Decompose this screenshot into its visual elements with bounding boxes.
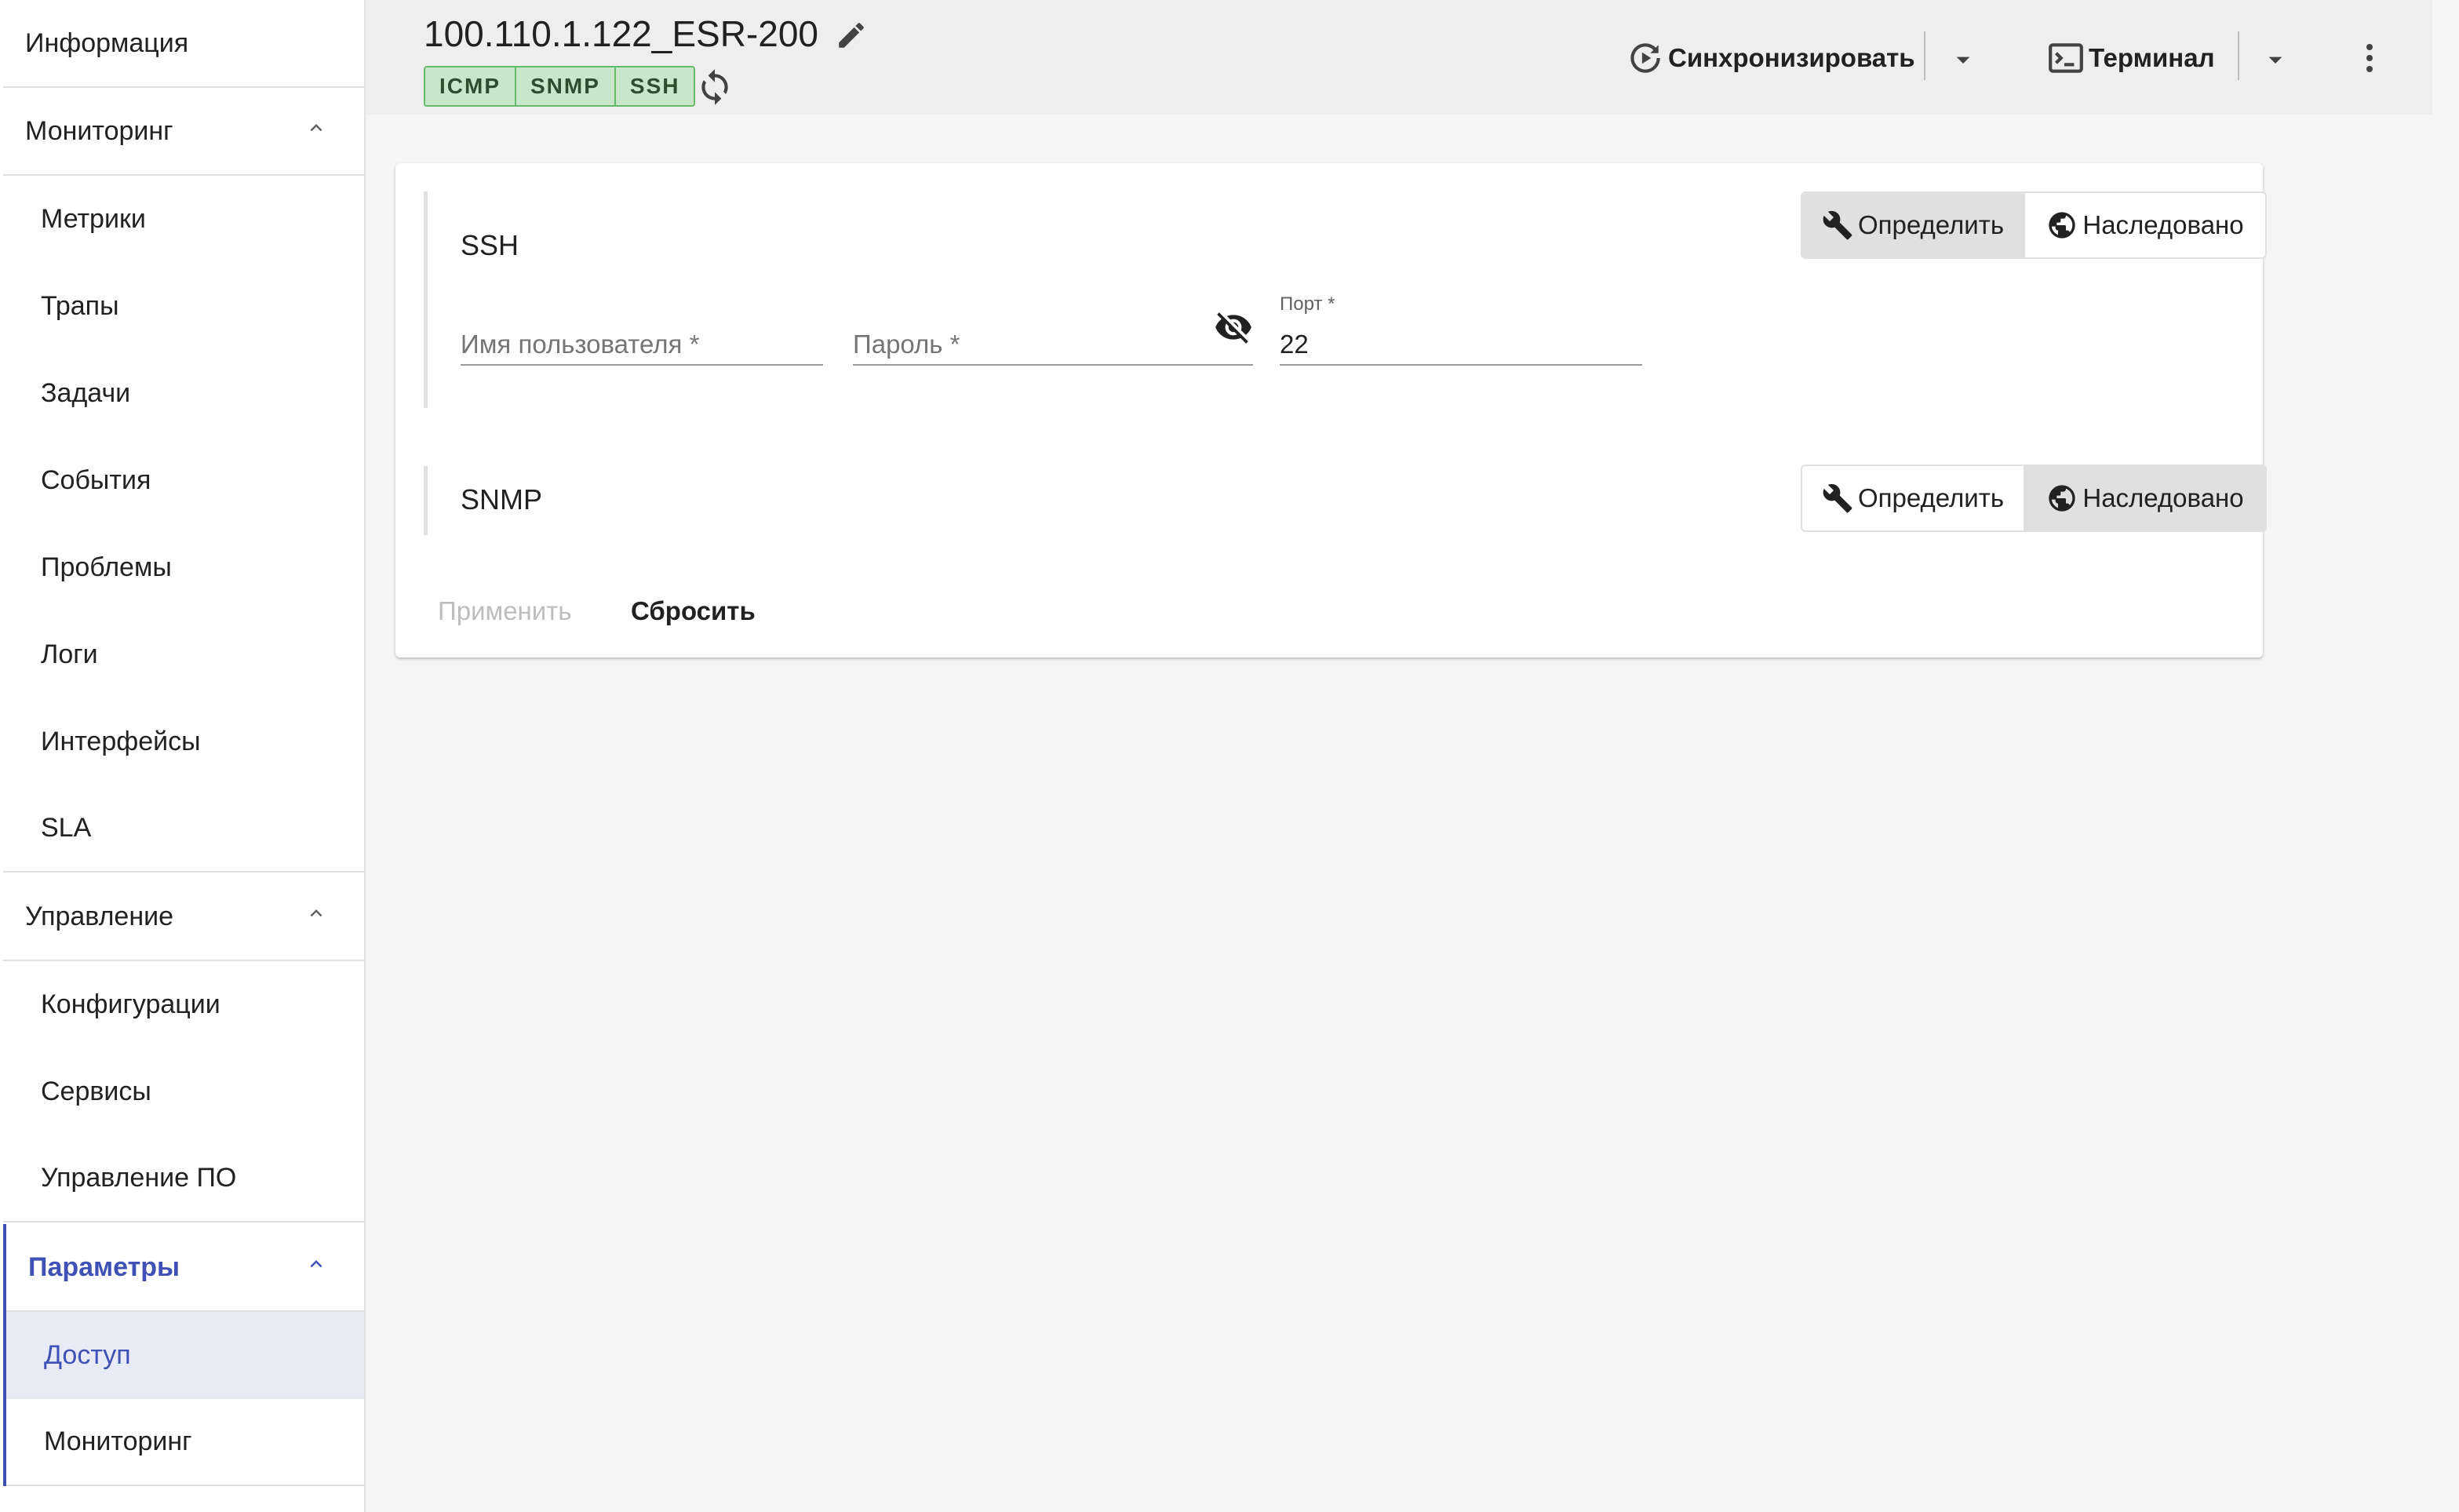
- password-field: [853, 293, 1253, 366]
- ssh-section: SSH Определить Наследовано Порт *: [424, 191, 2267, 408]
- sidebar-item-label: Проблемы: [41, 552, 172, 582]
- ssh-define-label: Определить: [1857, 210, 2005, 239]
- sync-play-icon: [1630, 43, 1660, 73]
- protocol-badges: ICMP SNMP SSH: [424, 66, 696, 107]
- username-input[interactable]: [461, 330, 823, 359]
- snmp-inherited-button[interactable]: Наследовано: [2025, 466, 2265, 530]
- sidebar-item-label: Трапы: [41, 291, 119, 321]
- status-badge-snmp: SNMP: [516, 67, 616, 105]
- sidebar-group-label: Управление: [25, 901, 174, 931]
- sidebar-item-sla[interactable]: SLA: [3, 785, 364, 873]
- edit-icon[interactable]: [835, 19, 868, 52]
- section-title: SSH: [461, 229, 519, 261]
- snmp-define-label: Определить: [1857, 483, 2005, 512]
- refresh-icon[interactable]: [695, 67, 734, 107]
- sidebar-item-info[interactable]: Информация: [3, 0, 364, 88]
- ssh-define-button[interactable]: Определить: [1802, 193, 2025, 257]
- sidebar-item-problems[interactable]: Проблемы: [3, 524, 364, 611]
- sidebar-item-label: Логи: [41, 639, 98, 669]
- port-input[interactable]: [1280, 330, 1642, 359]
- sidebar-item-access[interactable]: Доступ: [3, 1312, 364, 1399]
- device-header: 100.110.1.122_ESR-200 ICMP SNMP SSH Синх…: [366, 0, 2432, 115]
- snmp-inherited-label: Наследовано: [2082, 483, 2244, 512]
- page-title: 100.110.1.122_ESR-200: [424, 13, 818, 54]
- password-input[interactable]: [853, 330, 1198, 359]
- sidebar-item-logs[interactable]: Логи: [3, 611, 364, 698]
- globe-icon: [2049, 485, 2076, 512]
- sync-button-label: Синхронизировать: [1668, 43, 1915, 72]
- sidebar-item-label: Задачи: [41, 378, 131, 408]
- chevron-up-icon[interactable]: [304, 1252, 328, 1276]
- divider: [1924, 31, 1925, 80]
- sidebar-item-label: Конфигурации: [41, 989, 220, 1019]
- terminal-icon: [2049, 43, 2083, 73]
- section-title: SNMP: [461, 483, 543, 516]
- wrench-icon: [1823, 483, 1852, 513]
- sidebar-group-label: Параметры: [28, 1251, 180, 1282]
- ssh-inherited-button[interactable]: Наследовано: [2025, 193, 2265, 257]
- status-badge-ssh: SSH: [615, 67, 694, 105]
- sidebar-item-traps[interactable]: Трапы: [3, 263, 364, 350]
- username-field: [461, 293, 823, 366]
- sidebar-group-management[interactable]: Управление: [3, 873, 364, 961]
- chevron-up-icon[interactable]: [304, 902, 328, 925]
- snmp-define-button[interactable]: Определить: [1802, 466, 2025, 530]
- sidebar-item-label: SLA: [41, 813, 92, 843]
- wrench-icon: [1823, 210, 1852, 240]
- port-field: Порт *: [1280, 293, 1642, 366]
- sidebar-group-label: Мониторинг: [25, 115, 173, 146]
- sidebar-item-param-monitoring[interactable]: Мониторинг: [3, 1399, 364, 1486]
- sidebar: Информация Мониторинг Метрики Трапы Зада…: [0, 0, 366, 1512]
- reset-button[interactable]: Сбросить: [631, 584, 756, 639]
- sidebar-item-label: Интерфейсы: [41, 727, 201, 756]
- more-vert-icon[interactable]: [2351, 39, 2388, 77]
- snmp-section: SNMP Определить Наследовано: [424, 465, 2267, 535]
- sidebar-item-services[interactable]: Сервисы: [3, 1048, 364, 1135]
- sidebar-item-label: Управление ПО: [41, 1163, 237, 1193]
- status-badge-icmp: ICMP: [425, 67, 516, 105]
- caret-down-icon[interactable]: [1947, 44, 1979, 75]
- chevron-up-icon[interactable]: [304, 116, 328, 140]
- terminal-button[interactable]: Терминал: [2046, 35, 2215, 82]
- access-settings-card: SSH Определить Наследовано Порт * SNMP: [395, 163, 2267, 658]
- terminal-button-label: Терминал: [2089, 43, 2215, 72]
- apply-button[interactable]: Применить: [438, 584, 572, 639]
- sync-button[interactable]: Синхронизировать: [1626, 35, 1915, 82]
- divider: [2238, 31, 2239, 80]
- sidebar-item-metrics[interactable]: Метрики: [3, 176, 364, 263]
- sidebar-item-label: Мониторинг: [44, 1426, 192, 1456]
- sidebar-group-monitoring[interactable]: Мониторинг: [3, 88, 364, 176]
- active-section-indicator: [3, 1224, 6, 1486]
- sidebar-item-events[interactable]: События: [3, 437, 364, 524]
- port-label: Порт *: [1280, 293, 1335, 315]
- sidebar-item-interfaces[interactable]: Интерфейсы: [3, 698, 364, 785]
- globe-icon: [2049, 212, 2076, 239]
- ssh-inherited-label: Наследовано: [2082, 210, 2244, 239]
- visibility-off-icon[interactable]: [1214, 308, 1253, 347]
- caret-down-icon[interactable]: [2260, 44, 2291, 75]
- snmp-mode-toggle: Определить Наследовано: [1801, 465, 2267, 532]
- sidebar-item-label: Сервисы: [41, 1077, 151, 1106]
- sidebar-item-software[interactable]: Управление ПО: [3, 1135, 364, 1222]
- sidebar-group-parameters[interactable]: Параметры: [3, 1224, 364, 1312]
- sidebar-item-label: Доступ: [44, 1340, 131, 1370]
- sidebar-item-configurations[interactable]: Конфигурации: [3, 961, 364, 1048]
- sidebar-item-tasks[interactable]: Задачи: [3, 350, 364, 437]
- sidebar-item-label: Метрики: [41, 204, 146, 234]
- sidebar-item-label: События: [41, 465, 151, 495]
- ssh-mode-toggle: Определить Наследовано: [1801, 191, 2267, 259]
- sidebar-item-label: Информация: [25, 27, 189, 58]
